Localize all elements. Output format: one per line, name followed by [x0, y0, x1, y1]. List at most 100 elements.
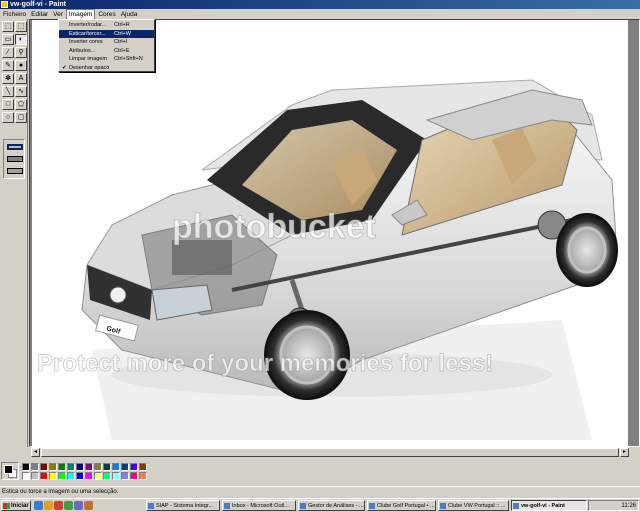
- menu-item-label: Inverter cores: [69, 39, 103, 45]
- taskbar-button[interactable]: Clube VW Portugal :: ...: [438, 500, 509, 511]
- option-2[interactable]: [7, 156, 23, 162]
- tool-curve-icon[interactable]: ∿: [15, 86, 27, 97]
- image-canvas[interactable]: Golf photobucket Protect more of your me…: [32, 20, 628, 448]
- palette-swatch[interactable]: [130, 463, 138, 471]
- start-label: Iniciar: [11, 503, 29, 509]
- quick-launch-icon[interactable]: [84, 501, 93, 510]
- taskbar-button[interactable]: Clube Golf Portugal • ...: [367, 500, 436, 511]
- quick-launch-icon[interactable]: [64, 501, 73, 510]
- palette-swatch[interactable]: [94, 472, 102, 480]
- menu-item[interactable]: Inverter cores Ctrl+I: [59, 38, 154, 47]
- palette-swatch[interactable]: [76, 463, 84, 471]
- task-app-icon: [369, 503, 375, 509]
- palette-swatch[interactable]: [58, 463, 66, 471]
- palette-swatch[interactable]: [121, 463, 129, 471]
- quick-launch-icon[interactable]: [54, 501, 63, 510]
- tool-free-select-icon[interactable]: ⬚: [2, 21, 14, 32]
- taskbar-button[interactable]: vw-golf-vi - Paint: [511, 500, 587, 511]
- palette-swatch[interactable]: [49, 472, 57, 480]
- task-app-icon: [440, 503, 446, 509]
- menu-item-label: Atributos...: [69, 47, 96, 54]
- watermark-top: photobucket: [172, 208, 377, 247]
- palette-swatch[interactable]: [103, 463, 111, 471]
- palette-swatch[interactable]: [22, 463, 30, 471]
- palette-swatch[interactable]: [139, 463, 147, 471]
- current-colors: [1, 462, 19, 480]
- task-app-icon: [300, 503, 306, 509]
- palette-swatch[interactable]: [40, 463, 48, 471]
- menu-item[interactable]: Esticar/torcer... Ctrl+W: [59, 29, 154, 38]
- tool-airbrush-icon[interactable]: ✽: [2, 73, 14, 84]
- tool-fill-icon[interactable]: ◐: [15, 34, 27, 45]
- menu-item[interactable]: Limpar imagem Ctrl+Shft+N: [59, 55, 154, 64]
- scroll-right-button[interactable]: ▸: [620, 448, 629, 457]
- foreground-color[interactable]: [4, 465, 13, 474]
- tool-line-icon[interactable]: ╲: [2, 86, 14, 97]
- tool-rect-select-icon[interactable]: ⬚: [15, 21, 27, 32]
- palette-swatch[interactable]: [49, 463, 57, 471]
- menu-item-label: Inverter/rodar...: [69, 22, 107, 28]
- taskbar-button-label: Clube Golf Portugal • ...: [377, 503, 435, 509]
- palette-swatch[interactable]: [40, 472, 48, 480]
- scroll-left-button[interactable]: ◂: [31, 448, 40, 457]
- tool-rectangle-icon[interactable]: □: [2, 99, 14, 110]
- scroll-thumb[interactable]: [41, 448, 619, 457]
- horizontal-scrollbar[interactable]: ◂ ▸: [31, 447, 629, 457]
- palette-swatch[interactable]: [76, 472, 84, 480]
- palette-swatch[interactable]: [67, 472, 75, 480]
- menu-item-shortcut: Ctrl+W: [114, 30, 131, 37]
- palette-swatch[interactable]: [130, 472, 138, 480]
- palette-swatch[interactable]: [112, 472, 120, 480]
- menu-item-shortcut: Ctrl+R: [114, 22, 130, 28]
- tool-text-icon[interactable]: A: [15, 73, 27, 84]
- palette-swatch[interactable]: [85, 463, 93, 471]
- clock[interactable]: 11:26: [621, 503, 636, 509]
- tool-polygon-icon[interactable]: ⬠: [15, 99, 27, 110]
- start-button[interactable]: Iniciar: [1, 500, 31, 511]
- quick-launch-icon[interactable]: [34, 501, 43, 510]
- palette-swatch[interactable]: [85, 472, 93, 480]
- menu-item[interactable]: ✔ Desenhar opaco: [59, 64, 154, 73]
- tool-pencil-icon[interactable]: ✎: [2, 60, 14, 71]
- tool-ellipse-icon[interactable]: ○: [2, 112, 14, 123]
- taskbar-button[interactable]: Inbox - Microsoft Outl...: [222, 500, 296, 511]
- tool-color-picker-icon[interactable]: ⁄: [2, 47, 14, 58]
- tool-eraser-icon[interactable]: ▭: [2, 34, 14, 45]
- taskbar-button-label: Clube VW Portugal :: ...: [448, 503, 506, 509]
- palette-swatch[interactable]: [58, 472, 66, 480]
- palette-swatch[interactable]: [112, 463, 120, 471]
- palette-swatch[interactable]: [103, 472, 111, 480]
- palette-swatch[interactable]: [31, 472, 39, 480]
- tool-brush-icon[interactable]: ♠: [15, 60, 27, 71]
- quick-launch-icon[interactable]: [44, 501, 53, 510]
- menu-item[interactable]: Atributos... Ctrl+E: [59, 47, 154, 56]
- palette-swatch[interactable]: [67, 463, 75, 471]
- tool-magnifier-icon[interactable]: ⚲: [15, 47, 27, 58]
- palette-swatch[interactable]: [139, 472, 147, 480]
- menu-bar: Ficheiro Editar Ver Imagem Cores Ajuda: [0, 9, 640, 20]
- task-app-icon: [148, 503, 154, 509]
- menu-item[interactable]: Inverter/rodar... Ctrl+R: [59, 21, 154, 30]
- windows-logo-icon: [3, 503, 10, 509]
- canvas-area: Golf photobucket Protect more of your me…: [29, 19, 640, 448]
- option-3[interactable]: [7, 168, 23, 174]
- palette-swatch[interactable]: [94, 463, 102, 471]
- tool-rounded-rect-icon[interactable]: ▢: [15, 112, 27, 123]
- system-tray: 11:26: [588, 500, 639, 511]
- toolbox: ⬚ ⬚ ▭ ◐ ⁄ ⚲ ✎ ♠ ✽ A ╲ ∿ □ ⬠ ○ ▢: [0, 19, 28, 447]
- menu-item-shortcut: Ctrl+E: [114, 47, 130, 54]
- taskbar-button[interactable]: SIAP - Sistema Integr...: [146, 500, 220, 511]
- palette-swatch[interactable]: [22, 472, 30, 480]
- option-1[interactable]: [7, 144, 23, 150]
- taskbar-button[interactable]: Gestor de Análises - ...: [298, 500, 365, 511]
- image-menu: Inverter/rodar... Ctrl+R Esticar/torcer...…: [58, 19, 155, 72]
- task-app-icon: [224, 503, 230, 509]
- palette-swatch[interactable]: [31, 463, 39, 471]
- palette-swatch[interactable]: [121, 472, 129, 480]
- quick-launch-icon[interactable]: [74, 501, 83, 510]
- taskbar-button-label: Gestor de Análises - ...: [308, 503, 364, 509]
- menu-item-shortcut: Ctrl+I: [114, 39, 128, 45]
- taskbar-button-label: SIAP - Sistema Integr...: [156, 503, 214, 509]
- tool-options[interactable]: [3, 139, 25, 179]
- menu-item-label: Desenhar opaco: [69, 64, 110, 71]
